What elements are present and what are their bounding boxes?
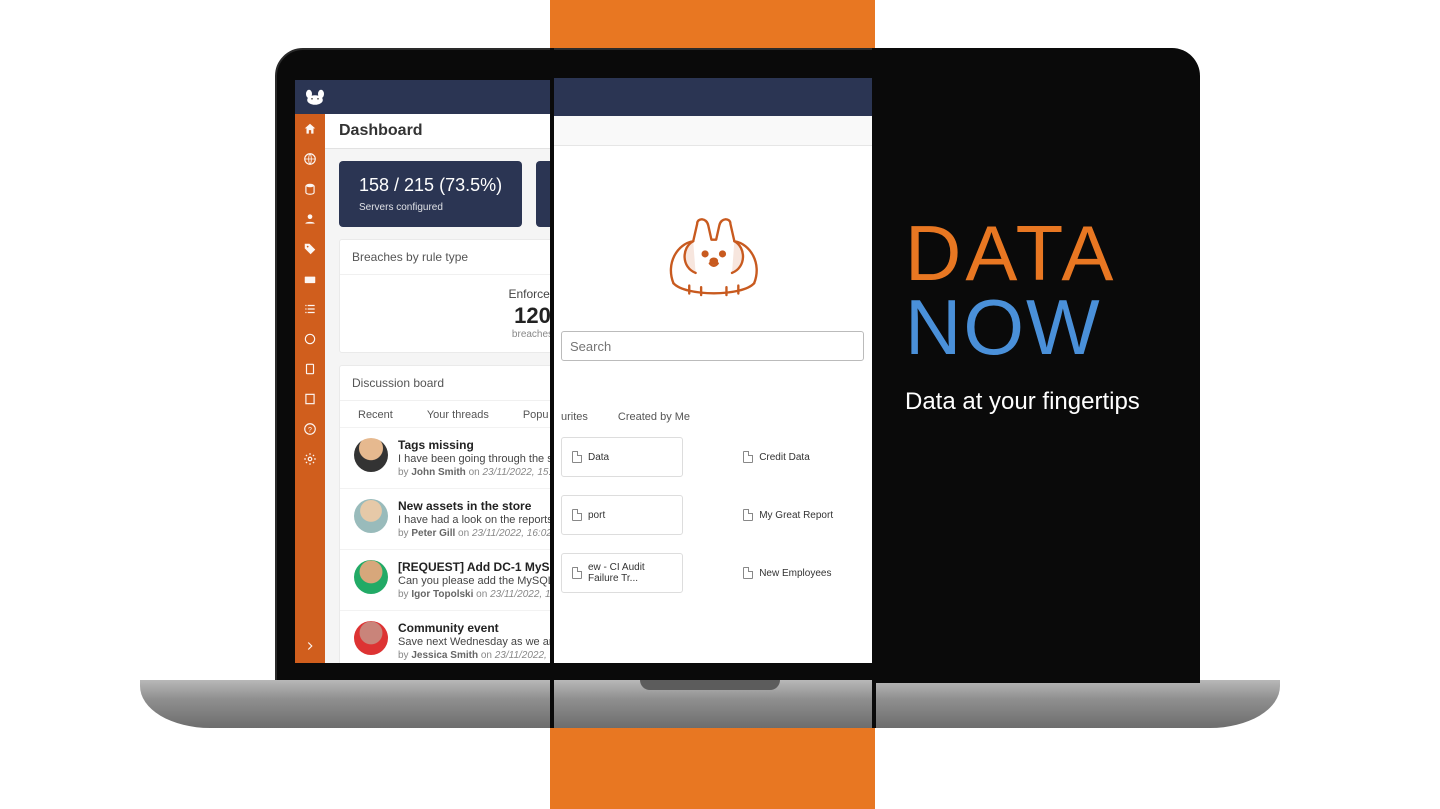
laptop-base	[140, 680, 1280, 728]
promo-word-now: NOW	[905, 288, 1200, 366]
card-label: Credit Data	[759, 452, 810, 463]
gear-icon[interactable]	[303, 452, 317, 466]
card-grid: Data Credit Data port My Great Report ew - C…	[557, 433, 868, 597]
report-card[interactable]: Data	[561, 437, 683, 477]
card-label: Data	[588, 452, 609, 463]
divider-right	[872, 48, 876, 728]
card-label: ew - CI Audit Failure Tr...	[588, 562, 672, 584]
document-icon	[572, 451, 582, 463]
dog-logo	[557, 208, 868, 303]
report-card[interactable]: New Employees	[743, 553, 864, 593]
avatar	[354, 438, 388, 472]
report-card[interactable]: ew - CI Audit Failure Tr...	[561, 553, 683, 593]
avatar	[354, 560, 388, 594]
promo-panel: DATA NOW Data at your fingertips	[875, 48, 1200, 683]
avatar	[354, 499, 388, 533]
report-card[interactable]: Credit Data	[743, 437, 864, 477]
app-logo-icon	[303, 87, 327, 107]
report-card[interactable]: port	[561, 495, 683, 535]
card-label: New Employees	[759, 568, 831, 579]
globe-icon[interactable]	[303, 152, 317, 166]
home-icon[interactable]	[303, 122, 317, 136]
clipboard-icon[interactable]	[303, 362, 317, 376]
overlay-topbar	[551, 78, 874, 116]
document-icon	[743, 567, 753, 579]
svg-text:?: ?	[308, 427, 312, 434]
avatar	[354, 621, 388, 655]
document-icon	[743, 509, 753, 521]
sub-tab-favourites[interactable]: urites	[561, 411, 588, 423]
card-label: port	[588, 510, 605, 521]
report-icon[interactable]	[303, 392, 317, 406]
tab-recent[interactable]: Recent	[358, 409, 393, 421]
folder-icon[interactable]	[303, 272, 317, 286]
stat-label: Servers configured	[359, 202, 502, 213]
search-input[interactable]	[561, 331, 864, 361]
document-icon	[572, 509, 582, 521]
tab-your-threads[interactable]: Your threads	[427, 409, 489, 421]
card-label: My Great Report	[759, 510, 833, 521]
promo-word-data: DATA	[905, 218, 1200, 288]
stat-card-servers[interactable]: 158 / 215 (73.5%) Servers configured	[339, 161, 522, 227]
report-card[interactable]: My Great Report	[743, 495, 864, 535]
search-sub-tabs: urites Created by Me	[557, 361, 868, 433]
document-icon	[572, 567, 582, 579]
document-icon	[743, 451, 753, 463]
search-app-overlay: urites Created by Me Data Credit Data port…	[550, 78, 875, 660]
sub-tab-created-by-me[interactable]: Created by Me	[618, 411, 690, 423]
sidebar-nav: ?	[295, 114, 325, 663]
overlay-header	[551, 116, 874, 146]
database-icon[interactable]	[303, 182, 317, 196]
list-icon[interactable]	[303, 302, 317, 316]
tab-popular[interactable]: Popu	[523, 409, 549, 421]
divider-left	[550, 48, 554, 728]
help-icon[interactable]: ?	[303, 422, 317, 436]
promo-tagline: Data at your fingertips	[905, 384, 1200, 420]
stat-value: 158 / 215 (73.5%)	[359, 175, 502, 196]
users-icon[interactable]	[303, 212, 317, 226]
tag-icon[interactable]	[303, 242, 317, 256]
world-icon[interactable]	[303, 332, 317, 346]
chevron-right-icon[interactable]	[303, 639, 317, 653]
